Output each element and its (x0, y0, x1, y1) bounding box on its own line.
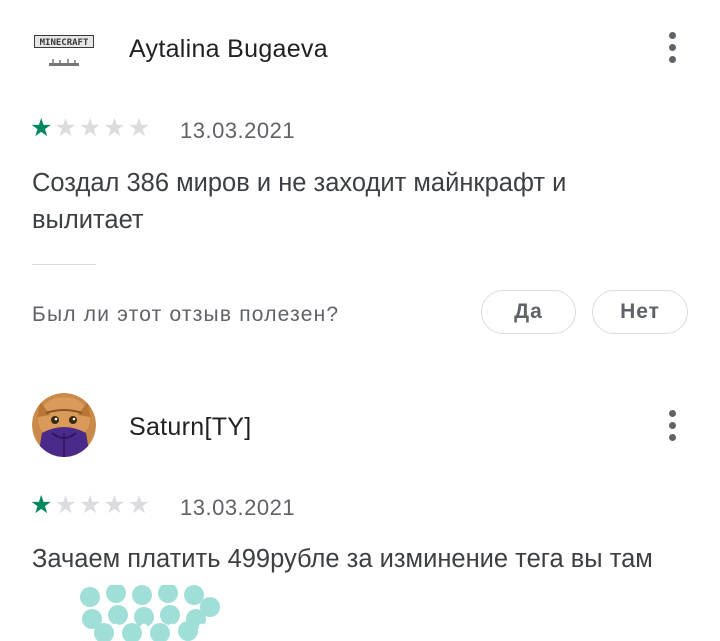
more-options-icon[interactable] (656, 405, 688, 445)
helpful-no-button[interactable]: Нет (592, 290, 688, 334)
star-empty-icon: ★ (78, 491, 102, 519)
review-author-name: Aytalina Bugaeva (129, 35, 328, 63)
star-rating: ★ ★ ★ ★ ★ (30, 116, 150, 141)
helpful-yes-button[interactable]: Да (481, 290, 576, 334)
star-filled-icon: ★ (30, 114, 53, 142)
minecraft-logo-avatar-icon: MINECRAFT (32, 15, 96, 79)
review-author-name: Saturn[TY] (129, 413, 252, 441)
star-empty-icon: ★ (127, 491, 151, 519)
star-empty-icon: ★ (103, 491, 126, 519)
minecraft-logo-text: MINECRAFT (40, 38, 89, 48)
star-filled-icon: ★ (30, 491, 53, 519)
review-date: 13.03.2021 (180, 118, 296, 143)
helpful-question: Был ли этот отзыв полезен? (32, 303, 340, 326)
cat-photo-avatar-icon (32, 393, 96, 457)
divider (32, 264, 96, 265)
review-text: Зачаем платить 499рубле за изминение тег… (32, 545, 653, 573)
review-text: Создал 386 миров и не заходит майнкрафт … (32, 169, 567, 234)
star-rating: ★ ★ ★ ★ ★ (30, 493, 150, 518)
more-options-icon[interactable] (656, 27, 688, 67)
star-empty-icon: ★ (54, 114, 77, 142)
star-empty-icon: ★ (54, 491, 77, 519)
review-date: 13.03.2021 (180, 495, 296, 520)
star-empty-icon: ★ (103, 114, 126, 142)
redaction-overlay (80, 585, 220, 641)
star-empty-icon: ★ (78, 114, 102, 142)
star-empty-icon: ★ (127, 114, 151, 142)
